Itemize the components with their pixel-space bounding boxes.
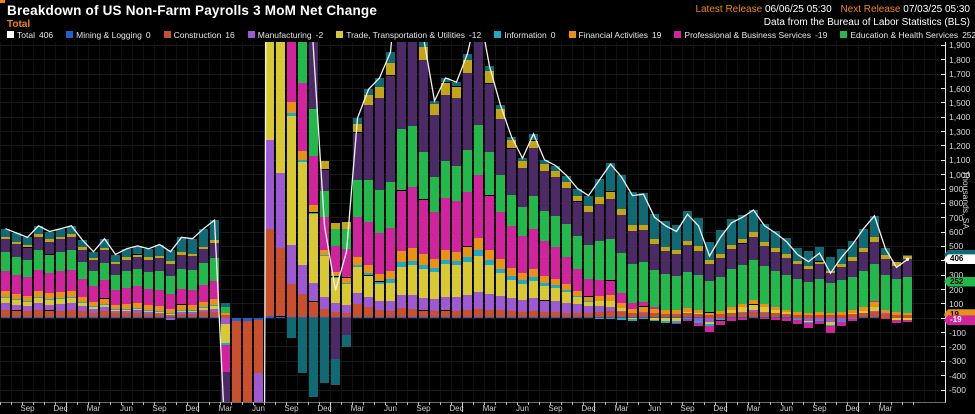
x-tick-mark <box>671 402 672 405</box>
x-tick-mark <box>704 402 705 405</box>
x-tick-mark <box>242 402 243 405</box>
y-tick-label: 200 <box>949 285 963 295</box>
x-tick-mark <box>902 402 903 405</box>
x-tick-mark <box>605 402 606 405</box>
x-tick-mark <box>275 402 276 405</box>
x-tick-mark <box>110 402 111 405</box>
x-tick-mark <box>539 402 540 405</box>
x-tick-mark <box>143 402 144 405</box>
total-line-end-marker <box>906 258 909 261</box>
x-tick-mark <box>0 402 1 405</box>
x-tick-mark <box>869 402 870 405</box>
x-tick-mark <box>473 402 474 405</box>
y-tick-label: 1,400 <box>949 112 970 122</box>
x-tick-mark <box>11 402 12 405</box>
y-tick-label: 1,900 <box>949 40 970 50</box>
x-tick-mark <box>308 402 309 405</box>
x-tick-mark <box>572 402 573 405</box>
chart-window: Breakdown of US Non-Farm Payrolls 3 MoM … <box>0 0 975 414</box>
x-tick-mark <box>77 402 78 405</box>
x-tick-label: Mar2025 <box>864 406 908 414</box>
y-tick-label: 1,800 <box>949 55 970 65</box>
y-tick-label: 0 <box>949 313 954 323</box>
y-tick-label: 100 <box>949 299 963 309</box>
plot-area[interactable] <box>0 42 946 403</box>
x-tick-mark <box>770 402 771 405</box>
y-axis-title: Thousands, SA <box>961 130 971 270</box>
y-tick-label: 1,600 <box>949 84 970 94</box>
y-tick-label: 1,700 <box>949 69 970 79</box>
x-tick-mark <box>440 402 441 405</box>
x-tick-mark <box>803 402 804 405</box>
chart-container: -500-400-300-200-10001002003004005006007… <box>0 0 975 414</box>
x-tick-mark <box>374 402 375 405</box>
x-tick-mark <box>638 402 639 405</box>
y-tick-label: -400 <box>949 371 966 381</box>
x-tick-mark <box>407 402 408 405</box>
x-tick-mark <box>209 402 210 405</box>
y-tick-label: -100 <box>949 328 966 338</box>
x-tick-mark <box>341 402 342 405</box>
x-tick-mark <box>737 402 738 405</box>
total-line[interactable] <box>6 42 908 402</box>
x-tick-mark <box>44 402 45 405</box>
y-tick-label: -200 <box>949 342 966 352</box>
y-tick-label: -300 <box>949 356 966 366</box>
x-tick-mark <box>176 402 177 405</box>
x-tick-mark <box>836 402 837 405</box>
y-tick-label: 1,500 <box>949 98 970 108</box>
x-tick-mark <box>913 402 914 405</box>
y-tick-label: -500 <box>949 385 966 395</box>
x-axis-labels: Sep2018Dec Mar Jun2019Sep Dec Mar Jun202… <box>0 403 946 414</box>
x-tick-mark <box>506 402 507 405</box>
y-tick-label: 300 <box>949 270 963 280</box>
